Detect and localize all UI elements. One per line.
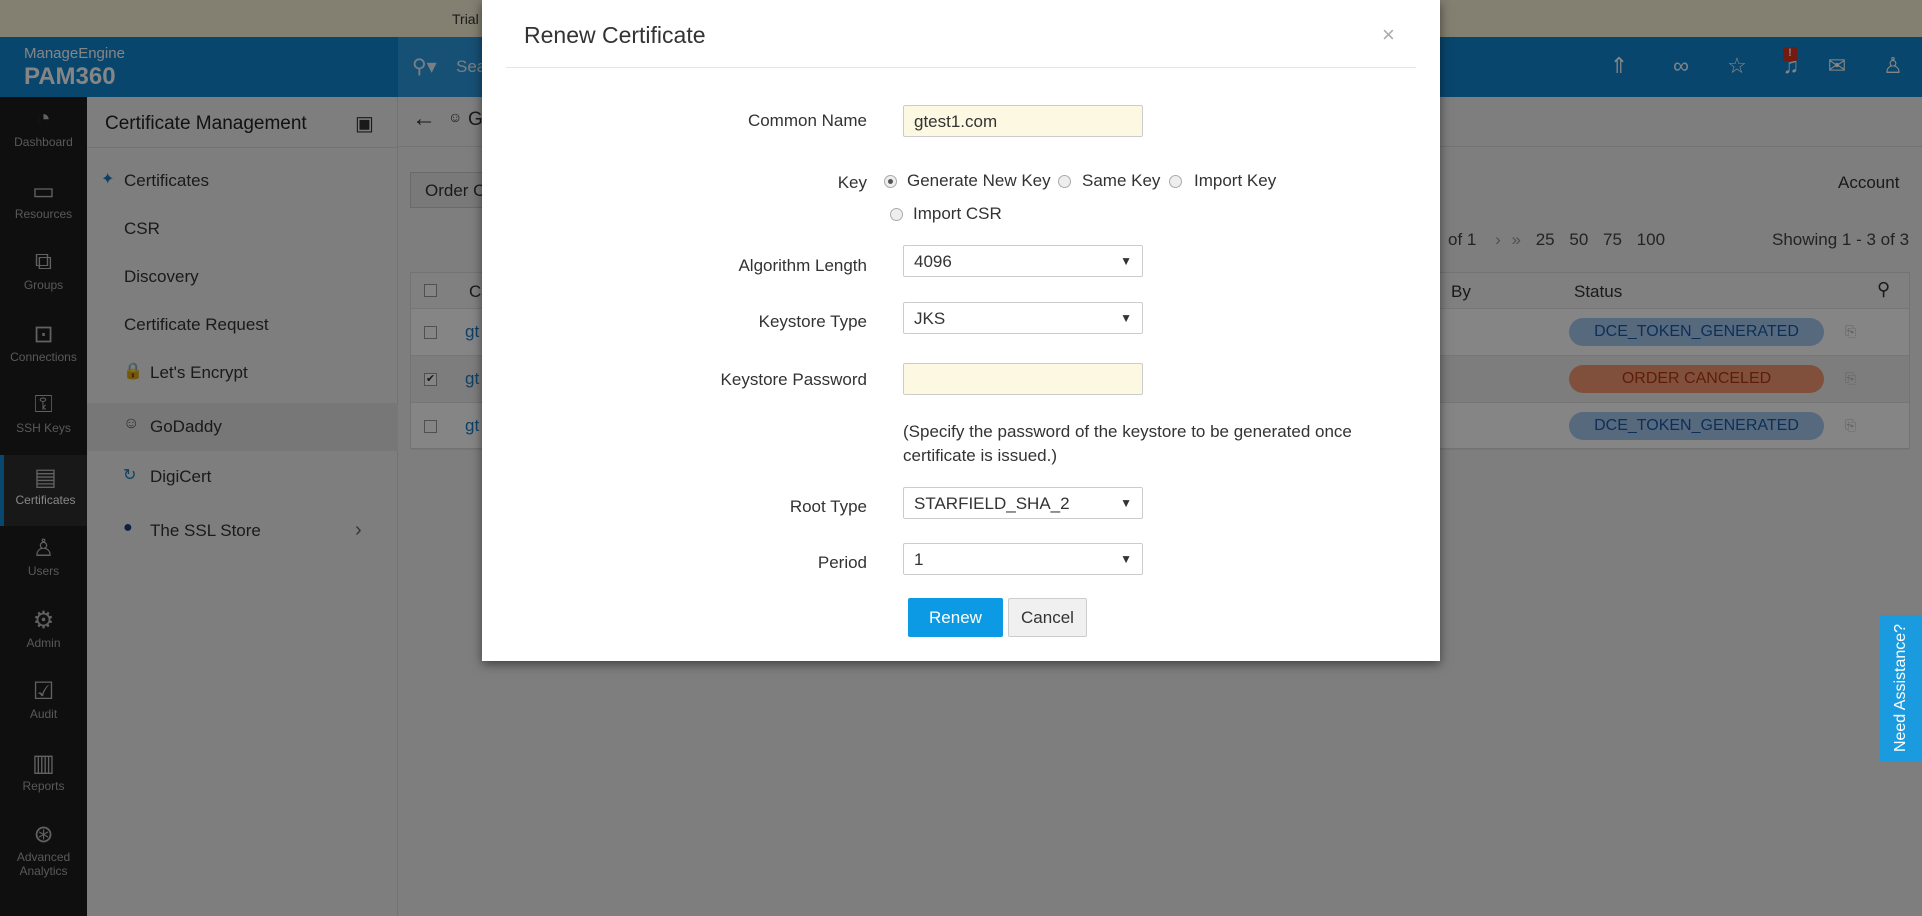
- dropdown-arrow-icon: ▼: [1120, 311, 1132, 325]
- need-assistance-label: Need Assistance?: [1892, 623, 1909, 753]
- dropdown-arrow-icon: ▼: [1120, 254, 1132, 268]
- close-icon[interactable]: ×: [1382, 22, 1395, 48]
- algorithm-length-label: Algorithm Length: [738, 256, 867, 275]
- renew-button[interactable]: Renew: [908, 598, 1003, 637]
- dropdown-arrow-icon: ▼: [1120, 496, 1132, 510]
- root-type-select[interactable]: STARFIELD_SHA_2 ▼: [903, 487, 1143, 519]
- keystore-password-label: Keystore Password: [720, 370, 867, 389]
- import-csr-label[interactable]: Import CSR: [913, 204, 1002, 224]
- cancel-button[interactable]: Cancel: [1008, 598, 1087, 637]
- dropdown-arrow-icon: ▼: [1120, 552, 1132, 566]
- radio-import-key[interactable]: [1169, 175, 1182, 188]
- keystore-type-select[interactable]: JKS ▼: [903, 302, 1143, 334]
- keystore-password-note: (Specify the password of the keystore to…: [903, 422, 1352, 465]
- keystore-type-label: Keystore Type: [758, 312, 867, 331]
- period-label: Period: [817, 553, 867, 572]
- root-type-value: STARFIELD_SHA_2: [914, 494, 1070, 513]
- need-assistance-tab[interactable]: Need Assistance?: [1880, 615, 1922, 761]
- key-label: Key: [837, 173, 867, 192]
- import-key-label[interactable]: Import Key: [1194, 171, 1276, 191]
- algorithm-length-value: 4096: [914, 252, 952, 271]
- radio-same-key[interactable]: [1058, 175, 1071, 188]
- dialog-title: Renew Certificate: [524, 22, 706, 48]
- divider: [506, 67, 1416, 68]
- algorithm-length-select[interactable]: 4096 ▼: [903, 245, 1143, 277]
- common-name-label: Common Name: [747, 111, 867, 130]
- generate-new-key-label[interactable]: Generate New Key: [907, 171, 1051, 191]
- keystore-type-value: JKS: [914, 309, 946, 328]
- period-value: 1: [914, 550, 924, 569]
- same-key-label[interactable]: Same Key: [1082, 171, 1160, 191]
- renew-certificate-dialog: Renew Certificate × Common Name gtest1.c…: [482, 0, 1440, 661]
- keystore-password-input[interactable]: [903, 363, 1143, 395]
- radio-generate-new-key[interactable]: [884, 175, 897, 188]
- common-name-input[interactable]: gtest1.com: [903, 105, 1143, 137]
- period-select[interactable]: 1 ▼: [903, 543, 1143, 575]
- root-type-label: Root Type: [789, 497, 867, 516]
- radio-import-csr[interactable]: [890, 208, 903, 221]
